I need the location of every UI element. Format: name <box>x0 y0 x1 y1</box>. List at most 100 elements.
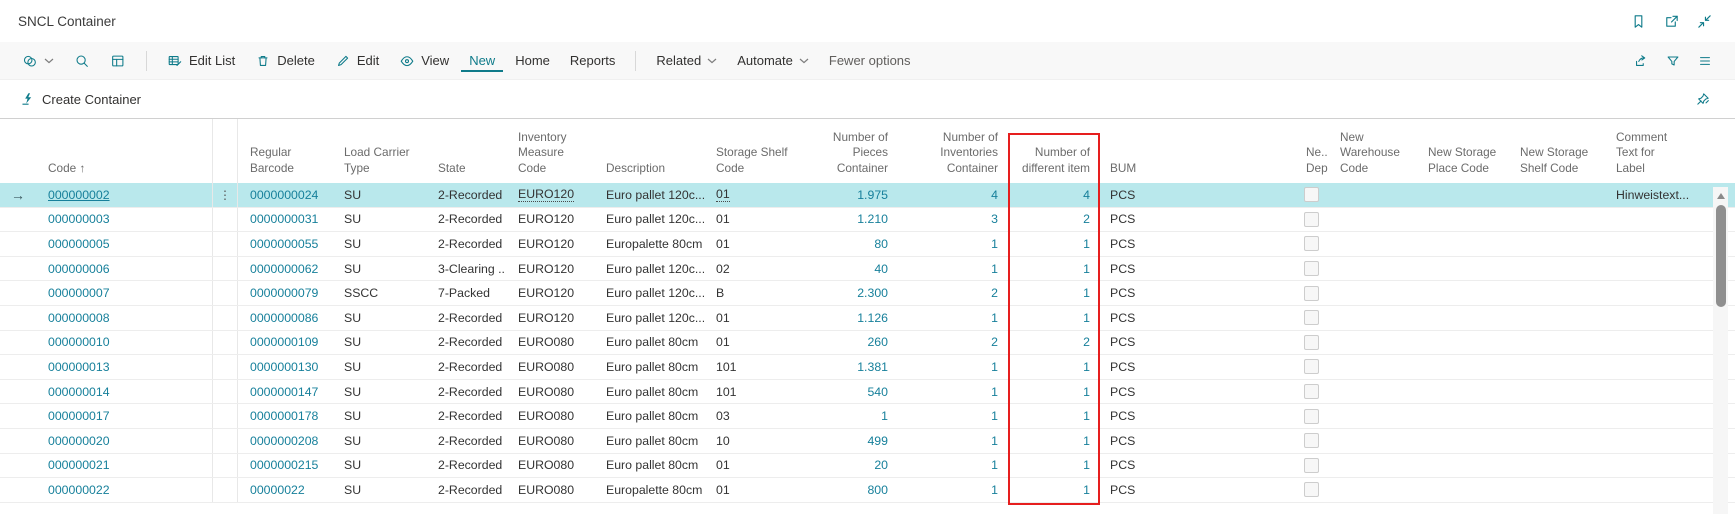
cell-comment[interactable] <box>1604 355 1708 379</box>
cell-new_warehouse_code[interactable] <box>1328 454 1416 478</box>
table-row[interactable]: →000000002⋮0000000024SU2-RecordedEURO120… <box>0 183 1735 208</box>
cell-inventories[interactable]: 1 <box>896 404 1006 428</box>
cell-barcode[interactable]: 0000000086 <box>238 306 332 330</box>
cell-bum[interactable]: PCS <box>1098 306 1294 330</box>
table-row[interactable]: 0000000130000000130SU2-RecordedEURO080Eu… <box>0 355 1735 380</box>
cell-new_storage_shelf_code[interactable] <box>1508 281 1604 305</box>
cell-code[interactable]: 000000022 <box>36 478 212 502</box>
row-select-gutter[interactable] <box>0 257 36 281</box>
cell-code[interactable]: 000000010 <box>36 331 212 355</box>
cell-new_warehouse_code[interactable] <box>1328 331 1416 355</box>
cell-storage_shelf_code[interactable]: 01 <box>704 478 800 502</box>
cell-comment[interactable] <box>1604 232 1708 256</box>
search-button[interactable] <box>66 49 98 73</box>
cell-barcode[interactable]: 00000022 <box>238 478 332 502</box>
cell-new_warehouse_code[interactable] <box>1328 208 1416 232</box>
cell-description[interactable]: Euro pallet 120c... <box>594 306 704 330</box>
cell-description[interactable]: Europalette 80cm <box>594 232 704 256</box>
cell-bum[interactable]: PCS <box>1098 478 1294 502</box>
column-header-new_storage_place_code[interactable]: New Storage Place Code <box>1416 145 1508 183</box>
column-header-pieces[interactable]: Number of Pieces Container <box>800 130 896 183</box>
cell-bum[interactable]: PCS <box>1098 331 1294 355</box>
cell-storage_shelf_code[interactable]: 101 <box>704 355 800 379</box>
cell-inventories[interactable]: 1 <box>896 454 1006 478</box>
cell-barcode[interactable]: 0000000079 <box>238 281 332 305</box>
column-header-description[interactable]: Description <box>594 161 704 183</box>
cell-inventories[interactable]: 1 <box>896 306 1006 330</box>
cell-storage_shelf_code[interactable]: 01 <box>704 454 800 478</box>
cell-state[interactable]: 2-Recorded <box>426 306 506 330</box>
cell-comment[interactable] <box>1604 404 1708 428</box>
cell-different_items[interactable]: 1 <box>1006 281 1098 305</box>
share-button[interactable] <box>1633 53 1649 69</box>
column-header-different_items[interactable]: Number of different item <box>1006 145 1098 183</box>
table-row[interactable]: 0000000030000000031SU2-RecordedEURO120Eu… <box>0 208 1735 233</box>
cell-description[interactable]: Euro pallet 80cm <box>594 355 704 379</box>
cell-bum[interactable]: PCS <box>1098 183 1294 207</box>
cell-state[interactable]: 2-Recorded <box>426 404 506 428</box>
cell-inventories[interactable]: 1 <box>896 257 1006 281</box>
column-header-load_carrier_type[interactable]: Load Carrier Type <box>332 145 426 183</box>
column-header-new_warehouse_code[interactable]: New Warehouse Code <box>1328 130 1416 183</box>
cell-load_carrier_type[interactable]: SU <box>332 183 426 207</box>
cell-different_items[interactable]: 4 <box>1006 183 1098 207</box>
cell-new_storage_shelf_code[interactable] <box>1508 257 1604 281</box>
cell-inventory_measure_code[interactable]: EURO080 <box>506 454 594 478</box>
cell-code[interactable]: 000000008 <box>36 306 212 330</box>
tab-new[interactable]: New <box>461 49 503 72</box>
fewer-options-button[interactable]: Fewer options <box>821 49 919 72</box>
cell-comment[interactable] <box>1604 331 1708 355</box>
cell-barcode[interactable]: 0000000024 <box>238 183 332 207</box>
cell-pieces[interactable]: 1 <box>800 404 896 428</box>
cell-load_carrier_type[interactable]: SU <box>332 404 426 428</box>
cell-pieces[interactable]: 260 <box>800 331 896 355</box>
cell-description[interactable]: Europalette 80cm <box>594 478 704 502</box>
edit-button[interactable]: Edit <box>327 49 387 73</box>
cell-state[interactable]: 2-Recorded <box>426 232 506 256</box>
cell-new_storage_place_code[interactable] <box>1416 404 1508 428</box>
row-select-gutter[interactable]: → <box>0 183 36 207</box>
cell-new_storage_shelf_code[interactable] <box>1508 183 1604 207</box>
cell-description[interactable]: Euro pallet 120c... <box>594 257 704 281</box>
cell-inventory_measure_code[interactable]: EURO080 <box>506 355 594 379</box>
cell-different_items[interactable]: 1 <box>1006 232 1098 256</box>
cell-inventory_measure_code[interactable]: EURO080 <box>506 380 594 404</box>
cell-inventories[interactable]: 1 <box>896 355 1006 379</box>
cell-different_items[interactable]: 1 <box>1006 404 1098 428</box>
cell-storage_shelf_code[interactable]: 01 <box>704 232 800 256</box>
cell-inventories[interactable]: 4 <box>896 183 1006 207</box>
cell-new_storage_place_code[interactable] <box>1416 355 1508 379</box>
cell-description[interactable]: Euro pallet 80cm <box>594 429 704 453</box>
cell-pieces[interactable]: 1.381 <box>800 355 896 379</box>
analysis-mode-button[interactable] <box>102 49 134 73</box>
cell-load_carrier_type[interactable]: SU <box>332 454 426 478</box>
cell-inventory_measure_code[interactable]: EURO120 <box>506 281 594 305</box>
cell-pieces[interactable]: 800 <box>800 478 896 502</box>
cell-inventories[interactable]: 1 <box>896 429 1006 453</box>
view-button[interactable]: View <box>391 49 457 73</box>
cell-inventory_measure_code[interactable]: EURO120 <box>506 257 594 281</box>
row-select-gutter[interactable] <box>0 208 36 232</box>
column-header-inventory_measure_code[interactable]: Inventory Measure Code <box>506 130 594 183</box>
cell-storage_shelf_code[interactable]: 03 <box>704 404 800 428</box>
cell-code[interactable]: 000000020 <box>36 429 212 453</box>
cell-barcode[interactable]: 0000000215 <box>238 454 332 478</box>
cell-inventory_measure_code[interactable]: EURO080 <box>506 478 594 502</box>
related-menu[interactable]: Related <box>648 49 725 72</box>
tab-home[interactable]: Home <box>507 49 558 72</box>
cell-new_warehouse_code[interactable] <box>1328 257 1416 281</box>
table-row[interactable]: 0000000050000000055SU2-RecordedEURO120Eu… <box>0 232 1735 257</box>
cell-storage_shelf_code[interactable]: 01 <box>704 331 800 355</box>
cell-description[interactable]: Euro pallet 120c... <box>594 183 704 207</box>
cell-new_storage_place_code[interactable] <box>1416 183 1508 207</box>
cell-inventories[interactable]: 1 <box>896 232 1006 256</box>
cell-description[interactable]: Euro pallet 120c... <box>594 208 704 232</box>
cell-comment[interactable] <box>1604 208 1708 232</box>
row-select-gutter[interactable] <box>0 355 36 379</box>
cell-new_warehouse_code[interactable] <box>1328 183 1416 207</box>
cell-inventories[interactable]: 3 <box>896 208 1006 232</box>
cell-different_items[interactable]: 2 <box>1006 208 1098 232</box>
cell-comment[interactable] <box>1604 429 1708 453</box>
row-select-gutter[interactable] <box>0 281 36 305</box>
cell-code[interactable]: 000000014 <box>36 380 212 404</box>
